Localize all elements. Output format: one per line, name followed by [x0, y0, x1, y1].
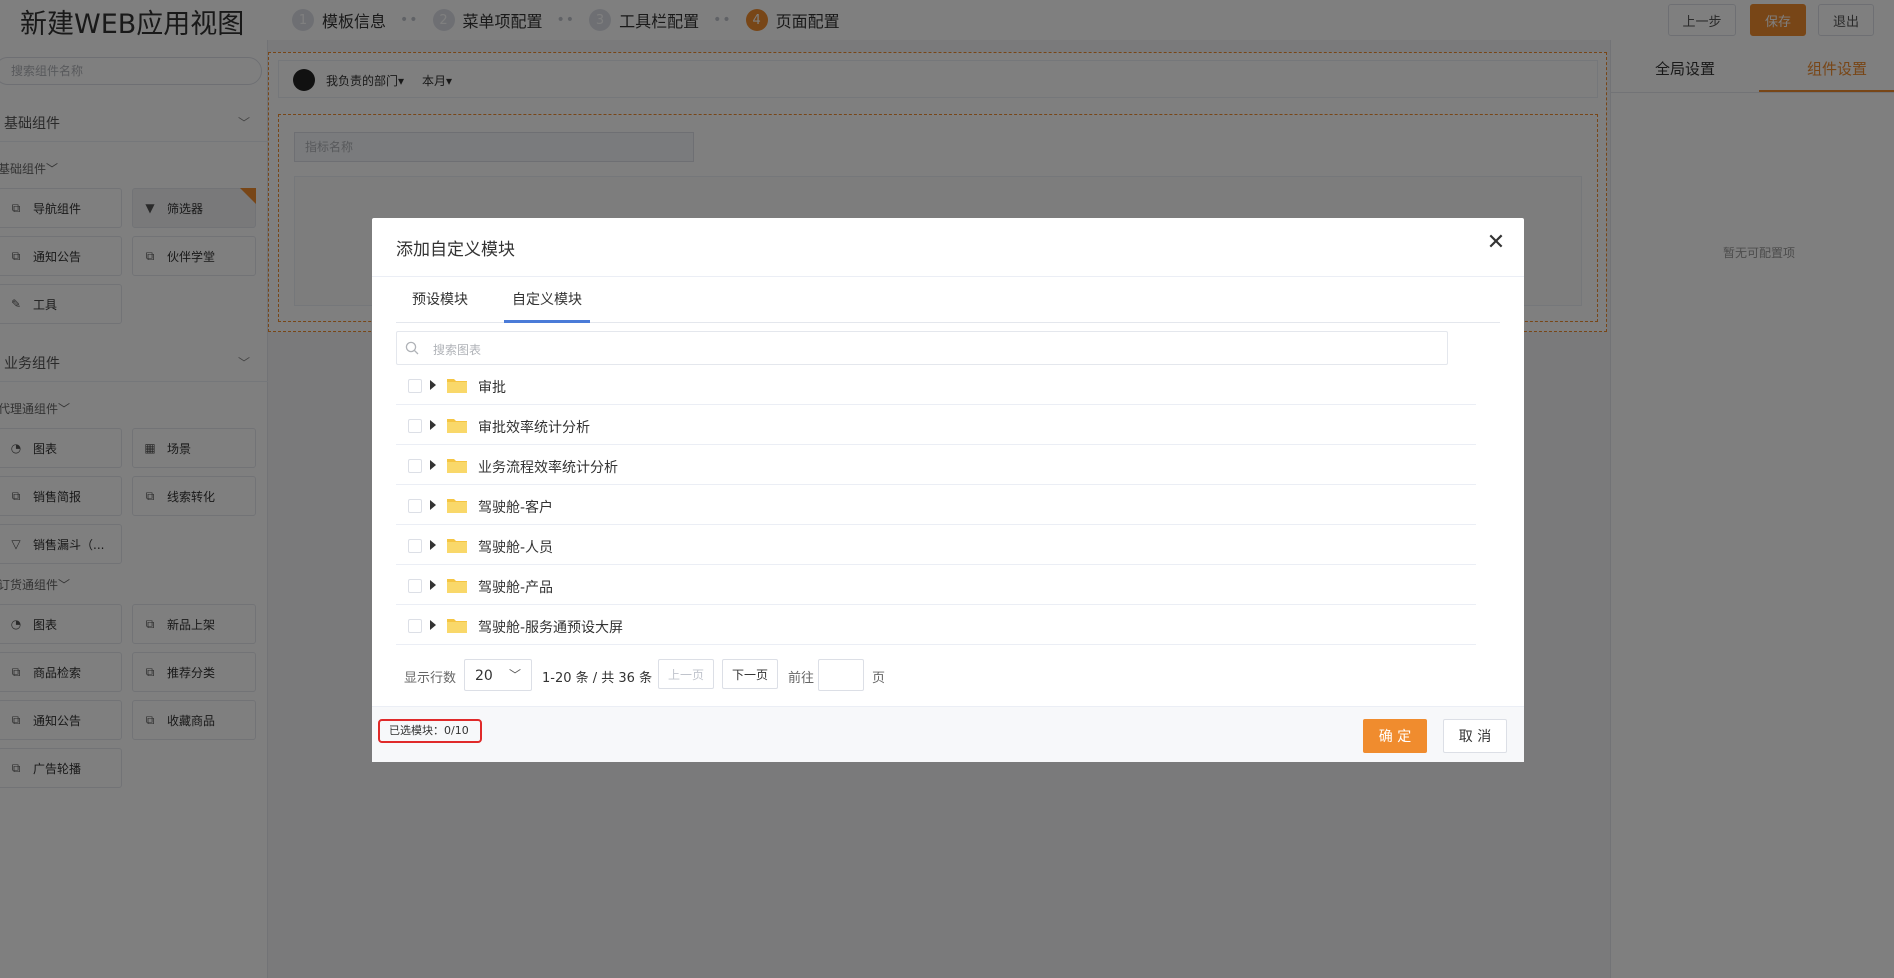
folder-icon: [447, 499, 467, 513]
row-name: 业务流程效率统计分析: [478, 460, 618, 476]
list-item: 驾驶舱-客户: [396, 485, 1476, 525]
selected-count-badge: 已选模块：0/10: [378, 719, 482, 743]
row-name: 驾驶舱-产品: [478, 580, 554, 596]
row-name: 驾驶舱-服务通预设大屏: [478, 620, 624, 636]
folder-icon: [447, 379, 467, 393]
page-size-select[interactable]: 20 ﹀: [464, 659, 532, 691]
rows-per-page-label: 显示行数: [404, 671, 457, 686]
confirm-button[interactable]: 确 定: [1363, 719, 1427, 753]
cancel-button[interactable]: 取 消: [1443, 719, 1507, 753]
range-text: 1-20 条 / 共 36 条: [542, 671, 653, 686]
folder-icon: [447, 619, 467, 633]
close-icon[interactable]: ✕: [1486, 232, 1506, 254]
active-tab-indicator: [504, 320, 590, 323]
row-checkbox[interactable]: [408, 619, 422, 633]
row-name: 驾驶舱-人员: [478, 540, 554, 556]
expand-arrow-icon[interactable]: [430, 460, 436, 470]
row-name: 审批效率统计分析: [478, 420, 590, 436]
prev-page-button[interactable]: 上一页: [658, 659, 714, 689]
dialog-footer: 已选模块：0/10 确 定 取 消: [372, 706, 1524, 762]
chart-search-input[interactable]: 搜索图表: [396, 331, 1448, 365]
row-checkbox[interactable]: [408, 499, 422, 513]
folder-icon: [447, 579, 467, 593]
next-page-button[interactable]: 下一页: [722, 659, 778, 689]
list-item: 审批: [396, 365, 1476, 405]
folder-icon: [447, 419, 467, 433]
expand-arrow-icon[interactable]: [430, 420, 436, 430]
list-item: 驾驶舱-人员: [396, 525, 1476, 565]
page-size-value: 20: [475, 668, 493, 684]
search-placeholder: 搜索图表: [433, 343, 482, 357]
list-item: 业务流程效率统计分析: [396, 445, 1476, 485]
goto-page-input[interactable]: [818, 659, 864, 691]
expand-arrow-icon[interactable]: [430, 500, 436, 510]
row-checkbox[interactable]: [408, 579, 422, 593]
expand-arrow-icon[interactable]: [430, 580, 436, 590]
list-item: 审批效率统计分析: [396, 405, 1476, 445]
row-checkbox[interactable]: [408, 459, 422, 473]
folder-icon: [447, 459, 467, 473]
chevron-down-icon: ﹀: [508, 668, 521, 682]
row-checkbox[interactable]: [408, 539, 422, 553]
tab-custom-modules[interactable]: 自定义模块: [512, 289, 582, 309]
row-name: 审批: [478, 380, 506, 396]
list-item: 驾驶舱-服务通预设大屏: [396, 605, 1476, 645]
add-custom-module-dialog: 添加自定义模块 ✕ 预设模块 自定义模块 搜索图表 审批 审批效率统计分析 业务…: [372, 218, 1524, 762]
expand-arrow-icon[interactable]: [430, 540, 436, 550]
expand-arrow-icon[interactable]: [430, 380, 436, 390]
row-checkbox[interactable]: [408, 379, 422, 393]
search-icon: [405, 341, 419, 355]
row-checkbox[interactable]: [408, 419, 422, 433]
page-unit-label: 页: [872, 671, 886, 686]
tab-preset-modules[interactable]: 预设模块: [412, 289, 468, 309]
goto-label: 前往: [788, 671, 815, 686]
list-item: 驾驶舱-产品: [396, 565, 1476, 605]
folder-icon: [447, 539, 467, 553]
row-name: 驾驶舱-客户: [478, 500, 554, 516]
module-tree-list: 审批 审批效率统计分析 业务流程效率统计分析 驾驶舱-客户 驾驶舱-人员 驾驶舱…: [396, 365, 1476, 645]
dialog-header-divider: [372, 276, 1524, 277]
expand-arrow-icon[interactable]: [430, 620, 436, 630]
dialog-title: 添加自定义模块: [396, 240, 515, 260]
